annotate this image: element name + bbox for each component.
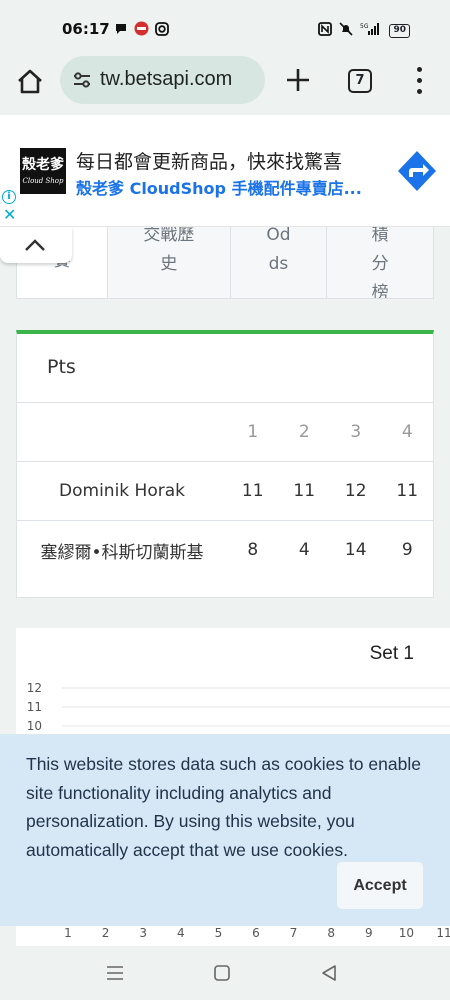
status-notification-icons [114,21,169,40]
ad-info-icon[interactable]: i [2,190,16,204]
score-cell: 12 [330,461,382,521]
mute-bell-icon [339,21,354,40]
header-cell: 2 [278,402,330,462]
ad-headline[interactable]: 每日都會更新商品，快來找驚喜 [76,147,342,174]
cookie-message: This website stores data such as cookies… [26,754,421,860]
score-cell: 9 [381,520,433,580]
tab-label: Odds [266,225,291,274]
header-cell-empty [17,402,227,462]
plus-icon [287,69,309,91]
x-tick-label: 9 [365,926,373,940]
dot-icon [417,67,422,72]
ad-open-button[interactable] [396,149,438,197]
dot-icon [417,78,422,83]
points-card: Pts 1 2 3 4 Dominik Horak 11 11 12 11 塞繆… [16,330,434,598]
site-settings-icon[interactable] [72,71,92,93]
ad-banner[interactable]: 殼老爹 Cloud Shop 每日都會更新商品，快來找驚喜 殼老爹 CloudS… [0,115,450,227]
chart-title: Set 1 [370,643,414,664]
app-badge-icon [134,21,149,40]
x-tick-label: 5 [215,926,223,940]
square-icon [214,965,230,981]
chat-bubble-icon [114,21,128,40]
tab-odds[interactable]: Odds [230,221,328,298]
url-text[interactable]: tw.betsapi.com [100,68,232,91]
x-tick-label: 6 [252,926,260,940]
table-row: 塞繆爾•科斯切蘭斯基 8 4 14 9 [17,520,433,580]
y-tick-label: 10 [27,719,42,733]
cookie-accept-button[interactable]: Accept [337,862,423,909]
y-tick-label: 11 [27,700,42,714]
back-triangle-icon [322,965,336,981]
x-tick-label: 1 [64,926,72,940]
ad-close-icon[interactable]: ✕ [3,205,16,224]
status-bar: 06:17 5G 90 [0,0,450,56]
table-row: Dominik Horak 11 11 12 11 [17,461,433,521]
tab-head-to-head[interactable]: 交戰歷史 [108,221,231,298]
header-cell: 3 [330,402,382,462]
instagram-icon [155,21,169,40]
home-button[interactable] [14,66,46,98]
header-cell: 4 [381,402,433,462]
back-button[interactable] [317,961,341,985]
address-bar[interactable]: tw.betsapi.com [60,56,265,104]
tab-switcher-button[interactable]: 7 [348,69,372,93]
y-tick-label: 12 [27,681,42,695]
home-icon [18,69,42,94]
x-tick-label: 11 [436,926,450,940]
x-tick-label: 4 [177,926,185,940]
browser-toolbar: tw.betsapi.com 7 [0,56,450,108]
ad-logo-subtext: Cloud Shop [22,177,64,185]
score-cell: 4 [278,520,330,580]
x-tick-label: 3 [139,926,147,940]
match-nav-tabs: 賽 交戰歷史 Odds 積分榜 [16,221,434,299]
player-name: Dominik Horak [17,461,227,521]
wifi-signal-icon: 5G [360,21,382,40]
score-cell: 11 [381,461,433,521]
status-time: 06:17 [62,20,110,38]
ad-logo: 殼老爹 Cloud Shop [20,148,66,194]
tab-label: 積分榜 [371,225,389,298]
cookie-banner: This website stores data such as cookies… [0,734,450,926]
score-cell: 11 [278,461,330,521]
chevron-up-icon [25,239,45,251]
x-tick-label: 2 [102,926,110,940]
ad-logo-text: 殼老爹 [22,157,64,173]
x-tick-label: 8 [327,926,335,940]
directions-arrow-icon [398,151,436,191]
menu-lines-icon [107,966,123,980]
home-nav-button[interactable] [210,961,234,985]
tab-label: 交戰歷史 [143,225,195,274]
dot-icon [417,89,422,94]
score-cell: 11 [227,461,279,521]
status-system-icons: 5G 90 [318,21,410,40]
recents-button[interactable] [103,961,127,985]
header-cell: 1 [227,402,279,462]
overflow-menu-button[interactable] [410,67,428,95]
points-table: 1 2 3 4 Dominik Horak 11 11 12 11 塞繆爾•科斯… [17,402,433,580]
battery-icon: 90 [389,23,410,38]
x-tick-label: 7 [290,926,298,940]
player-name: 塞繆爾•科斯切蘭斯基 [17,520,227,580]
system-nav-bar [0,946,450,1000]
score-cell: 14 [330,520,382,580]
ad-collapse-button[interactable] [0,227,72,263]
new-tab-button[interactable] [282,62,314,98]
svg-text:5G: 5G [360,23,369,30]
tab-standings[interactable]: 積分榜 [327,221,433,298]
score-cell: 8 [227,520,279,580]
ad-subline[interactable]: 殼老爹 CloudShop 手機配件專賣店... [76,175,362,199]
points-title: Pts [47,356,76,378]
x-tick-label: 10 [399,926,414,940]
table-header-row: 1 2 3 4 [17,402,433,462]
nfc-icon [318,21,333,40]
